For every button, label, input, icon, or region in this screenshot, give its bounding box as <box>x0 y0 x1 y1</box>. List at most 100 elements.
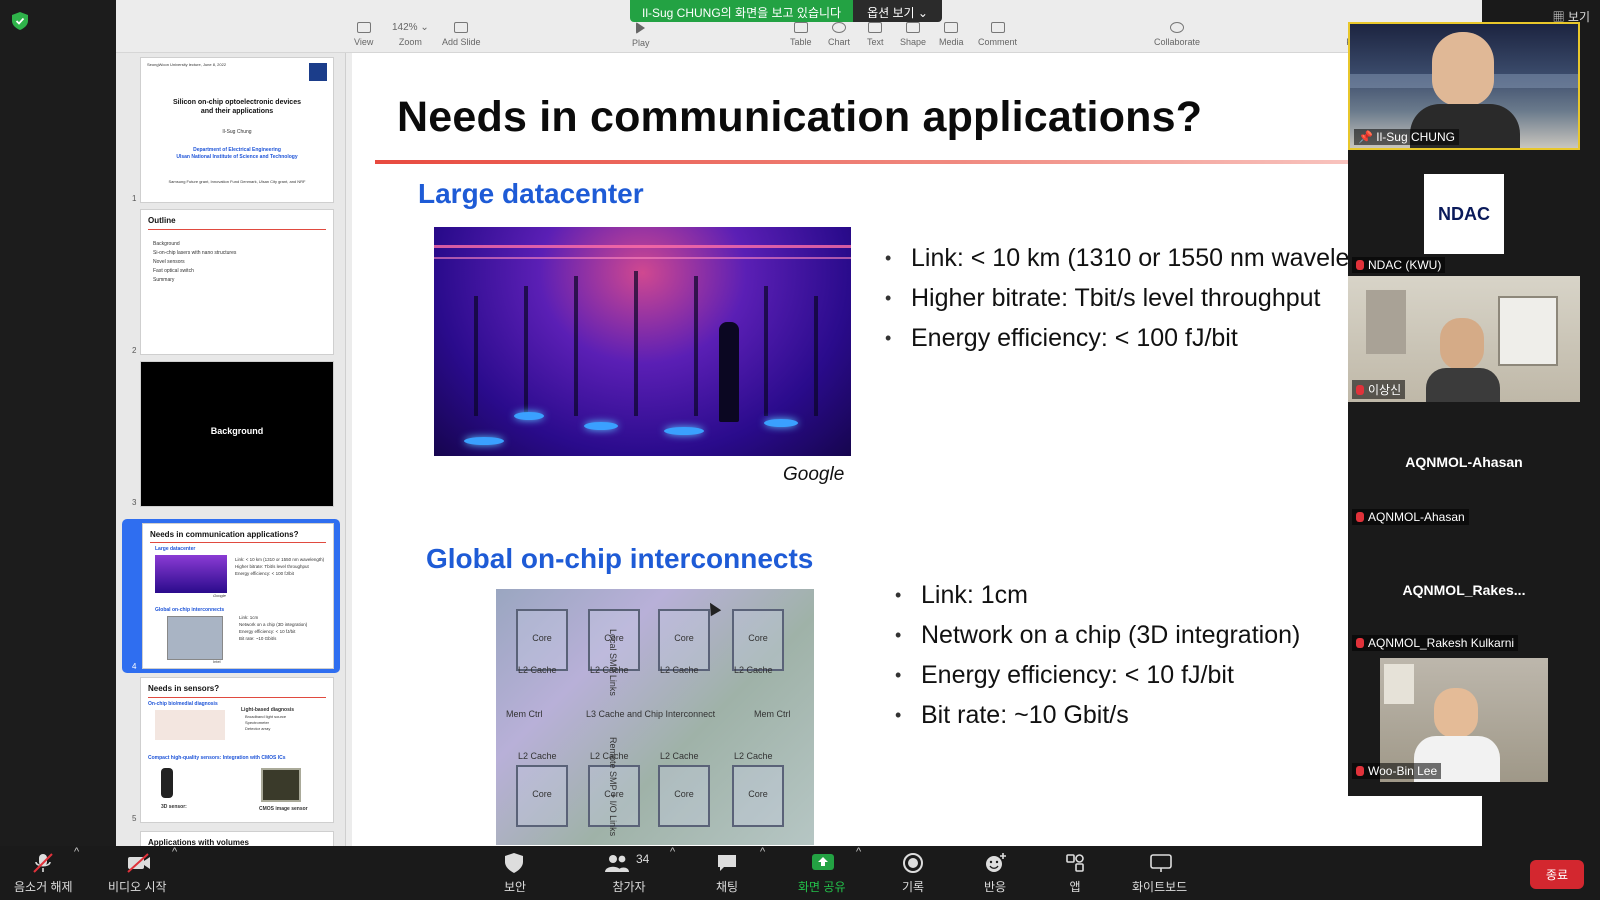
thumbnail-2-slide: Outline Background Si-on-chip lasers wit… <box>140 209 334 355</box>
share-options-caret[interactable]: ^ <box>856 846 861 858</box>
reactions-button[interactable]: 반응 <box>984 852 1006 895</box>
onchip-bullets: Link: 1cm Network on a chip (3D integrat… <box>895 575 1300 735</box>
thumbnail-5-slide: Needs in sensors? On-chip bio/medial dia… <box>140 677 334 823</box>
share-status-text: Il-Sug CHUNG의 화면을 보고 있습니다 <box>630 0 854 22</box>
thumbnail-3-slide: Background <box>140 361 334 507</box>
shape-button[interactable]: Shape <box>900 22 926 47</box>
chat-options-caret[interactable]: ^ <box>760 846 765 858</box>
play-icon <box>636 22 646 34</box>
thumbnail-6[interactable]: Applications with volumes <box>122 831 340 846</box>
thumbnail-5[interactable]: Needs in sensors? On-chip bio/medial dia… <box>122 677 340 825</box>
chart-icon <box>832 22 846 33</box>
record-icon <box>902 852 924 873</box>
zoom-button[interactable]: 142% ⌄ Zoom <box>392 22 429 47</box>
participant-name: AQNMOL_Rakesh Kulkarni <box>1352 635 1519 651</box>
thumbnail-4-slide: Needs in communication applications? Lar… <box>142 523 334 669</box>
pin-icon: 📌 <box>1358 130 1377 144</box>
datacenter-bullets: Link: < 10 km (1310 or 1550 nm wavelengt… <box>885 238 1406 358</box>
security-button[interactable]: 보안 <box>504 852 526 895</box>
thumbnail-6-slide: Applications with volumes <box>140 831 334 846</box>
text-button[interactable]: Text <box>867 22 884 47</box>
bullet-item: Network on a chip (3D integration) <box>895 615 1300 655</box>
unmute-button[interactable]: 음소거 해제 <box>14 852 73 895</box>
share-screen-button[interactable]: 화면 공유 <box>798 852 846 895</box>
person-silhouette <box>719 322 739 422</box>
thumbnail-3[interactable]: Background 3 <box>122 361 340 509</box>
participant-count: 34 <box>636 852 650 866</box>
whiteboard-button[interactable]: 화이트보드 <box>1132 852 1187 895</box>
section-heading-onchip: Global on-chip interconnects <box>426 543 814 574</box>
add-slide-button[interactable]: Add Slide <box>442 22 481 47</box>
video-tile-ndac[interactable]: NDAC NDAC (KWU) <box>1348 150 1580 276</box>
chat-button[interactable]: 채팅 <box>716 852 738 895</box>
mic-muted-icon <box>1356 766 1364 776</box>
thumbnail-5-diagram <box>155 710 225 740</box>
shared-screen: View 142% ⌄ Zoom Add Slide Play Table Cha… <box>116 0 1482 846</box>
thumbnail-5-sensor-chip <box>261 768 301 802</box>
table-icon <box>793 22 808 33</box>
mic-muted-icon <box>1356 260 1364 270</box>
thumbnail-4-chip-image <box>167 616 223 660</box>
audio-options-caret[interactable]: ^ <box>74 846 79 858</box>
participant-name: 이상신 <box>1352 380 1406 399</box>
video-tile-rakesh[interactable]: AQNMOL_Rakes... AQNMOL_Rakesh Kulkarni <box>1348 528 1580 654</box>
whiteboard-icon <box>1149 852 1172 872</box>
speaker-face <box>1432 32 1494 106</box>
end-meeting-button[interactable]: 종료 <box>1529 860 1584 889</box>
unist-logo <box>309 63 327 81</box>
thumbnail-2[interactable]: Outline Background Si-on-chip lasers wit… <box>122 209 340 357</box>
text-icon <box>868 22 883 33</box>
slide-canvas[interactable]: Needs in communication applications? Lar… <box>352 53 1482 846</box>
record-button[interactable]: 기록 <box>902 852 924 895</box>
zoom-value: 142% ⌄ <box>392 22 429 33</box>
security-shield-icon <box>504 852 526 873</box>
media-icon <box>944 22 959 33</box>
slide-title: Needs in communication applications? <box>397 93 1203 141</box>
table-button[interactable]: Table <box>790 22 812 47</box>
play-button[interactable]: Play <box>632 22 650 48</box>
participant-name: Woo-Bin Lee <box>1352 763 1442 779</box>
thumbnail-4[interactable]: Needs in communication applications? Lar… <box>122 519 340 673</box>
participant-video-panel: 📌 Il-Sug CHUNG NDAC NDAC (KWU) 이상신 AQNMO… <box>1348 22 1580 796</box>
zoom-window: View 142% ⌄ Zoom Add Slide Play Table Cha… <box>0 0 1600 900</box>
microphone-muted-icon <box>32 852 54 873</box>
bullet-item: Higher bitrate: Tbit/s level throughput <box>885 278 1406 318</box>
image-caption: Google <box>783 464 845 485</box>
participant-display-name: AQNMOL-Ahasan <box>1405 454 1523 470</box>
slide-navigator: SeongWoon University lecture, June 8, 20… <box>116 53 346 846</box>
chart-button[interactable]: Chart <box>828 22 850 47</box>
media-button[interactable]: Media <box>939 22 964 47</box>
participant-face <box>1434 688 1478 738</box>
add-slide-icon <box>454 22 469 33</box>
chip-die-image: Core Core Core Core L2 Cache L2 Cache L2… <box>496 589 814 845</box>
participant-display-name: AQNMOL_Rakes... <box>1402 582 1526 598</box>
comment-icon <box>990 22 1005 33</box>
start-video-button[interactable]: 비디오 시작 <box>108 852 167 895</box>
shield-icon[interactable] <box>12 12 28 30</box>
participant-face <box>1440 318 1484 370</box>
collaborate-button[interactable]: Collaborate <box>1154 22 1200 47</box>
bullet-item: Energy efficiency: < 10 fJ/bit <box>895 655 1300 695</box>
collaborate-icon <box>1170 22 1185 33</box>
participant-name: AQNMOL-Ahasan <box>1352 509 1469 525</box>
chat-bubble-icon <box>716 852 738 872</box>
video-tile-ahasan[interactable]: AQNMOL-Ahasan AQNMOL-Ahasan <box>1348 402 1580 528</box>
left-strip <box>0 0 116 846</box>
title-underline <box>375 160 1355 164</box>
video-tile-participant[interactable]: 이상신 <box>1348 276 1580 402</box>
video-tile-speaker[interactable]: 📌 Il-Sug CHUNG <box>1348 22 1580 150</box>
video-tile-woobin[interactable]: Woo-Bin Lee <box>1348 654 1580 782</box>
video-options-caret[interactable]: ^ <box>172 846 177 858</box>
section-heading-datacenter: Large datacenter <box>418 178 644 209</box>
thumbnail-1[interactable]: SeongWoon University lecture, June 8, 20… <box>122 57 340 205</box>
view-button[interactable]: View <box>354 22 373 47</box>
bullet-item: Link: 1cm <box>895 575 1300 615</box>
comment-button[interactable]: Comment <box>978 22 1017 47</box>
participant-name: NDAC (KWU) <box>1352 257 1446 273</box>
apps-button[interactable]: 앱 <box>1064 852 1086 895</box>
view-options-button[interactable]: 옵션 보기 ⌄ <box>853 0 942 22</box>
participants-button[interactable]: 34 참가자 <box>604 852 654 895</box>
meeting-controls-bar: 음소거 해제 ^ 비디오 시작 ^ 보안 34 참가자 ^ 채팅 ^ 화면 공유… <box>0 846 1600 900</box>
participants-options-caret[interactable]: ^ <box>670 846 675 858</box>
share-banner: Il-Sug CHUNG의 화면을 보고 있습니다 옵션 보기 ⌄ <box>630 0 942 22</box>
